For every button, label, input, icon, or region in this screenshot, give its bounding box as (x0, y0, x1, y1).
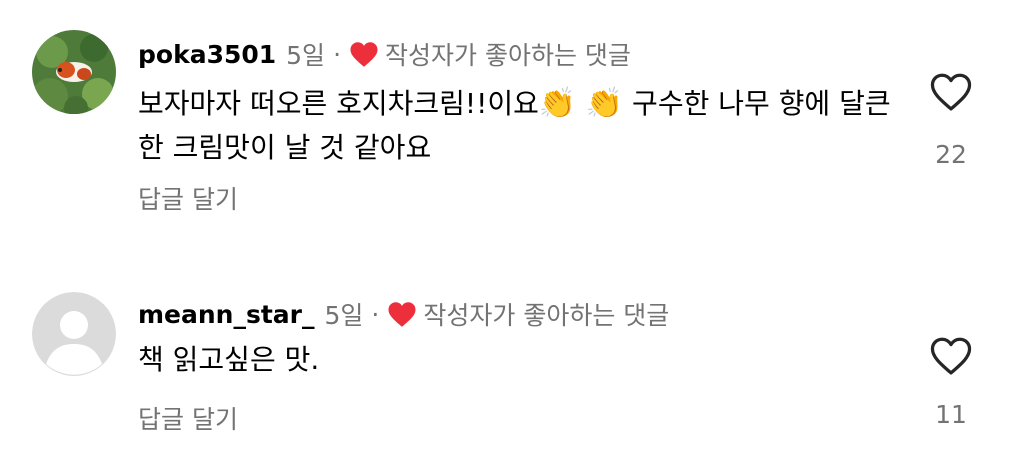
comment-item: meann_star_ 5일 · 작성자가 좋아하는 댓글 책 읽고싶은 맛. … (0, 270, 1024, 450)
comment-header: poka3501 5일 · 작성자가 좋아하는 댓글 (138, 36, 631, 72)
author-liked-heart-icon (350, 41, 378, 67)
liked-by-author-label: 작성자가 좋아하는 댓글 (423, 301, 670, 330)
clapping-hands-emoji: 👏 👏 (538, 86, 624, 121)
avatar[interactable] (32, 292, 116, 376)
separator-dot: · (333, 39, 342, 69)
default-avatar-icon (32, 292, 116, 376)
avatar[interactable] (32, 30, 116, 114)
author-liked-heart-icon (388, 301, 416, 327)
separator-dot: · (371, 299, 380, 329)
comment-age: 5일 (286, 41, 326, 70)
reply-button[interactable]: 답글 달기 (138, 180, 238, 216)
like-count: 22 (935, 140, 967, 169)
heart-outline-icon[interactable] (929, 72, 973, 112)
photo-avatar-icon (32, 30, 116, 114)
liked-by-author-label: 작성자가 좋아하는 댓글 (385, 41, 631, 70)
comment-text: 책 읽고싶은 맛. (138, 343, 320, 376)
reply-button[interactable]: 답글 달기 (138, 400, 238, 436)
username[interactable]: poka3501 (138, 40, 276, 69)
comment-text-part: 보자마자 떠오른 호지차크림!!이요 (138, 87, 539, 120)
comment-text: 보자마자 떠오른 호지차크림!!이요👏 👏 구수한 나무 향에 달큰한 크림맛이… (138, 82, 898, 170)
comment-header: meann_star_ 5일 · 작성자가 좋아하는 댓글 (138, 296, 669, 332)
comment-age: 5일 (324, 301, 364, 330)
comment-item: poka3501 5일 · 작성자가 좋아하는 댓글 보자마자 떠오른 호지차크… (0, 0, 1024, 240)
like-count: 11 (935, 400, 967, 429)
username[interactable]: meann_star_ (138, 300, 315, 329)
heart-outline-icon[interactable] (929, 336, 973, 376)
